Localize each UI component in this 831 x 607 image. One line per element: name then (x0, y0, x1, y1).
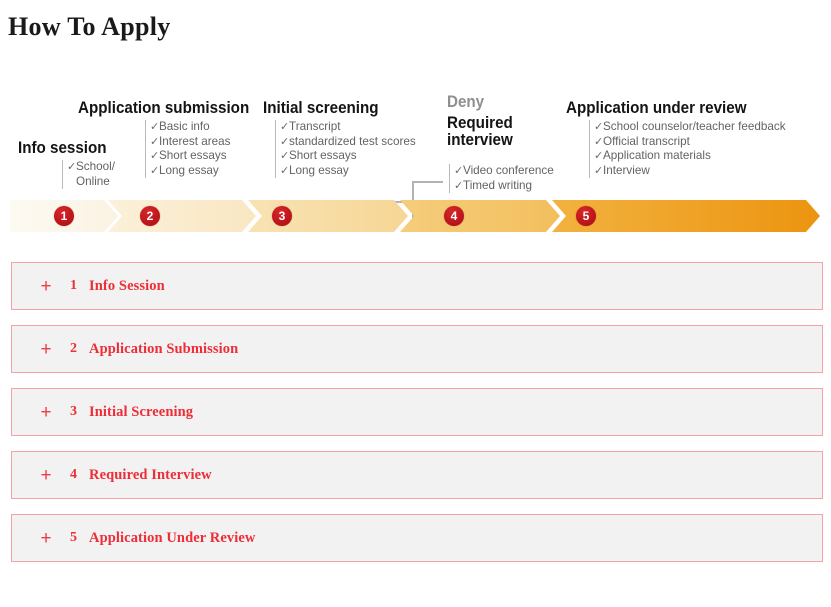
accordion-item-number: 1 (70, 278, 77, 293)
check-icon: ✓ (594, 135, 604, 148)
stage-checklist-2: ✓Basic info ✓Interest areas ✓Short essay… (145, 120, 231, 179)
plus-icon[interactable]: + (39, 403, 53, 422)
accordion-item-label: Application Under Review (89, 529, 256, 546)
accordion-item-label: Info Session (89, 277, 165, 294)
checklist-item: Interest areas (159, 134, 231, 148)
process-arrow-bar: 1 2 3 4 5 (0, 200, 831, 232)
checklist-item: Application materials (603, 149, 711, 163)
checklist-item: Long essay (159, 163, 219, 177)
check-icon: ✓ (594, 164, 604, 177)
checklist-item: Long essay (289, 163, 349, 177)
checklist-item: standardized test scores (289, 134, 416, 148)
arrow-segment-2 (108, 200, 256, 232)
checklist-item: Online (76, 174, 110, 188)
check-icon: ✓ (150, 164, 160, 177)
checklist-item: Transcript (289, 120, 341, 133)
check-icon: ✓ (454, 165, 464, 177)
check-icon: ✓ (150, 121, 160, 133)
check-icon: ✓ (67, 161, 77, 173)
accordion-item-initial-screening[interactable]: + 3 Initial Screening (11, 388, 823, 436)
plus-icon[interactable]: + (39, 340, 53, 359)
accordion-item-number: 2 (70, 341, 77, 356)
check-icon: ✓ (280, 164, 290, 177)
arrow-segment-4 (400, 200, 560, 232)
checklist-item: Short essays (289, 149, 357, 163)
stage-checklist-5: ✓School counselor/teacher feedback ✓Offi… (589, 120, 786, 179)
step-marker-3: 3 (272, 206, 292, 226)
plus-icon[interactable]: + (39, 529, 53, 548)
check-icon: ✓ (150, 135, 160, 148)
checklist-item: Short essays (159, 149, 227, 163)
bracket-arm-top (412, 181, 443, 183)
check-icon: ✓ (280, 150, 290, 163)
checklist-item: School counselor/teacher feedback (603, 120, 786, 133)
step-marker-2: 2 (140, 206, 160, 226)
step-marker-1: 1 (54, 206, 74, 226)
plus-icon[interactable]: + (39, 277, 53, 296)
stage-heading-5: Application under review (566, 99, 747, 117)
accordion-item-number: 5 (70, 530, 77, 545)
accordion-item-application-submission[interactable]: + 2 Application Submission (11, 325, 823, 373)
stage-checklist-4: ✓Video conference ✓Timed writing (449, 164, 554, 194)
branch-label-deny: Deny (447, 93, 485, 111)
accordion-list: + 1 Info Session + 2 Application Submiss… (11, 262, 823, 577)
accordion-item-label: Application Submission (89, 340, 239, 357)
accordion-item-required-interview[interactable]: + 4 Required Interview (11, 451, 823, 499)
stage-checklist-1: ✓School/ Online (62, 160, 115, 190)
stage-heading-1: Info session (18, 139, 107, 157)
check-icon: ✓ (150, 150, 160, 163)
checklist-item: Official transcript (603, 134, 690, 148)
check-icon: ✓ (454, 179, 464, 192)
stage-heading-3: Initial screening (263, 99, 379, 117)
accordion-item-number: 4 (70, 467, 77, 482)
checklist-item: Video conference (463, 164, 554, 177)
check-icon: ✓ (594, 150, 604, 163)
step-marker-4: 4 (444, 206, 464, 226)
step-marker-5: 5 (576, 206, 596, 226)
accordion-item-number: 3 (70, 404, 77, 419)
checklist-item: Basic info (159, 120, 210, 133)
accordion-item-application-under-review[interactable]: + 5 Application Under Review (11, 514, 823, 562)
checklist-item: Interview (603, 163, 650, 177)
stage-heading-4: Required interview (447, 114, 513, 149)
plus-icon[interactable]: + (39, 466, 53, 485)
check-icon: ✓ (594, 121, 604, 133)
check-icon: ✓ (280, 121, 290, 133)
accordion-item-info-session[interactable]: + 1 Info Session (11, 262, 823, 310)
checklist-item: School/ (76, 160, 115, 173)
accordion-item-label: Required Interview (89, 466, 212, 483)
accordion-item-label: Initial Screening (89, 403, 194, 420)
page-title: How To Apply (8, 12, 171, 41)
checklist-item: Timed writing (463, 178, 533, 192)
check-icon: ✓ (280, 135, 290, 148)
stage-heading-2: Application submission (78, 99, 250, 117)
stage-checklist-3: ✓Transcript ✓standardized test scores ✓S… (275, 120, 416, 179)
